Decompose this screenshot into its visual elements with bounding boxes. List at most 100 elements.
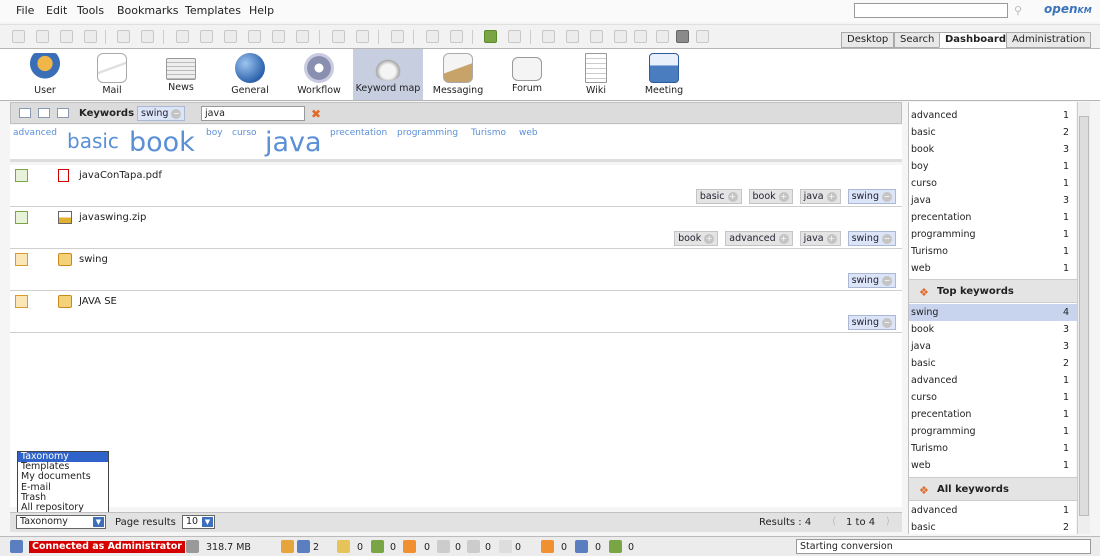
go-to-folder-icon[interactable]	[15, 253, 28, 266]
keyword-input[interactable]: java	[201, 106, 305, 121]
top-keyword-row[interactable]: precentation 1	[909, 406, 1077, 423]
result-tag[interactable]: book +	[748, 189, 793, 204]
result-row[interactable]: javaConTapa.pdf basic + book + java + swing…	[10, 165, 902, 207]
workflow-status-icon[interactable]	[467, 540, 480, 553]
menu-bookmarks[interactable]: Bookmarks	[117, 4, 178, 17]
page-results-select[interactable]: 10 ▼	[182, 515, 215, 529]
result-tag[interactable]: swing −	[847, 231, 896, 246]
top-keyword-row[interactable]: Turismo 1	[909, 440, 1077, 457]
result-row[interactable]: swing swing −	[10, 249, 902, 291]
go-to-document-icon[interactable]	[15, 169, 28, 182]
top-keyword-row[interactable]: curso 1	[909, 389, 1077, 406]
result-tag[interactable]: java +	[799, 189, 841, 204]
menu-edit[interactable]: Edit	[46, 4, 67, 17]
context-select[interactable]: Taxonomy ▼	[16, 515, 106, 529]
download-icon[interactable]	[272, 30, 285, 43]
subscription-icon[interactable]	[403, 540, 416, 553]
checkout-icon[interactable]	[200, 30, 213, 43]
keyword-row[interactable]: basic 2	[909, 124, 1077, 141]
remove-tag-icon[interactable]: −	[171, 108, 182, 119]
all-keywords-header[interactable]: ❖ All keywords	[909, 477, 1077, 501]
dashboard-wiki-button[interactable]: Wiki	[561, 49, 631, 100]
add-property-icon[interactable]	[332, 30, 345, 43]
keyword-row[interactable]: java 3	[909, 192, 1077, 209]
result-tag[interactable]: swing −	[847, 189, 896, 204]
side-panel-scrollbar[interactable]	[1077, 102, 1090, 534]
tab-administration[interactable]: Administration	[1006, 32, 1092, 48]
chat-icon[interactable]	[590, 30, 603, 43]
remove-subscription-icon[interactable]	[450, 30, 463, 43]
documents-status-icon[interactable]	[609, 540, 622, 553]
selected-keyword-tag[interactable]: swing −	[137, 106, 186, 121]
all-keyword-row[interactable]: basic 2	[909, 519, 1077, 536]
uploader-icon[interactable]	[566, 30, 579, 43]
context-dropdown-list[interactable]: Taxonomy Templates My documents E-mail T…	[17, 451, 109, 513]
result-name[interactable]: swing	[79, 254, 108, 265]
export-icon[interactable]	[614, 30, 627, 43]
top-keyword-row[interactable]: programming 1	[909, 423, 1077, 440]
view-large-icon[interactable]	[57, 108, 69, 118]
tools-icon[interactable]	[696, 30, 709, 43]
result-tag[interactable]: book +	[674, 231, 719, 246]
dashboard-general-button[interactable]: General	[215, 49, 285, 100]
delete-icon[interactable]	[296, 30, 309, 43]
messages-status-icon[interactable]	[575, 540, 588, 553]
menu-tools[interactable]: Tools	[77, 4, 104, 17]
proposal-status-icon[interactable]	[499, 540, 512, 553]
keyword-row[interactable]: advanced 1	[909, 107, 1077, 124]
unlock-icon[interactable]	[141, 30, 154, 43]
find-folder-icon[interactable]	[60, 30, 73, 43]
result-tag[interactable]: swing −	[847, 273, 896, 288]
workflow-icon[interactable]	[391, 30, 404, 43]
locked-documents-icon[interactable]	[337, 540, 350, 553]
keyword-row[interactable]: curso 1	[909, 175, 1077, 192]
keyword-row[interactable]: book 3	[909, 141, 1077, 158]
dashboard-mail-button[interactable]: Mail	[77, 49, 147, 100]
cancel-checkout-icon[interactable]	[248, 30, 261, 43]
keyword-row[interactable]: web 1	[909, 260, 1077, 277]
refresh-icon[interactable]	[484, 30, 497, 43]
dashboard-news-button[interactable]: News	[146, 49, 216, 100]
keyword-row[interactable]: precentation 1	[909, 209, 1077, 226]
view-small-icon[interactable]	[19, 108, 31, 118]
dashboard-forum-button[interactable]: Forum	[492, 49, 562, 100]
news-status-icon[interactable]	[437, 540, 450, 553]
view-medium-icon[interactable]	[38, 108, 50, 118]
lock-icon[interactable]	[117, 30, 130, 43]
result-name[interactable]: javaConTapa.pdf	[79, 170, 162, 181]
tab-search[interactable]: Search	[894, 32, 941, 48]
scrollbar-thumb[interactable]	[1079, 116, 1089, 516]
top-keyword-row[interactable]: advanced 1	[909, 372, 1077, 389]
menu-file[interactable]: File	[16, 4, 34, 17]
dashboard-user-button[interactable]: User	[10, 49, 80, 100]
quick-search-input[interactable]	[854, 3, 1008, 18]
users-icon[interactable]	[297, 540, 310, 553]
keyword-row[interactable]: programming 1	[909, 226, 1077, 243]
mail-toolbar-icon[interactable]	[656, 30, 669, 43]
result-row[interactable]: JAVA SE swing −	[10, 291, 902, 333]
cloud-keyword[interactable]: programming	[397, 128, 458, 138]
top-keyword-row[interactable]: basic 2	[909, 355, 1077, 372]
remove-property-icon[interactable]	[356, 30, 369, 43]
dashboard-meeting-button[interactable]: Meeting	[629, 49, 699, 100]
keyword-row[interactable]: boy 1	[909, 158, 1077, 175]
previous-page-icon[interactable]: ⟨	[832, 516, 836, 527]
top-keyword-row[interactable]: java 3	[909, 338, 1077, 355]
result-tag[interactable]: basic +	[695, 189, 742, 204]
cloud-keyword[interactable]: boy	[206, 128, 223, 138]
cloud-keyword[interactable]: java	[265, 127, 322, 158]
go-to-folder-icon[interactable]	[15, 295, 28, 308]
scanner-icon[interactable]	[542, 30, 555, 43]
home-icon[interactable]	[508, 30, 521, 43]
cloud-keyword[interactable]: precentation	[330, 128, 387, 138]
result-name[interactable]: JAVA SE	[79, 296, 117, 307]
go-to-document-icon[interactable]	[15, 211, 28, 224]
print-icon[interactable]	[84, 30, 97, 43]
top-keywords-header[interactable]: ❖ Top keywords	[909, 279, 1077, 303]
checkout-status-icon[interactable]	[371, 540, 384, 553]
keyword-row[interactable]: Turismo 1	[909, 243, 1077, 260]
cloud-keyword[interactable]: web	[519, 128, 538, 138]
dashboard-messaging-button[interactable]: Messaging	[423, 49, 493, 100]
menu-help[interactable]: Help	[249, 4, 274, 17]
cloud-keyword[interactable]: book	[129, 127, 195, 158]
